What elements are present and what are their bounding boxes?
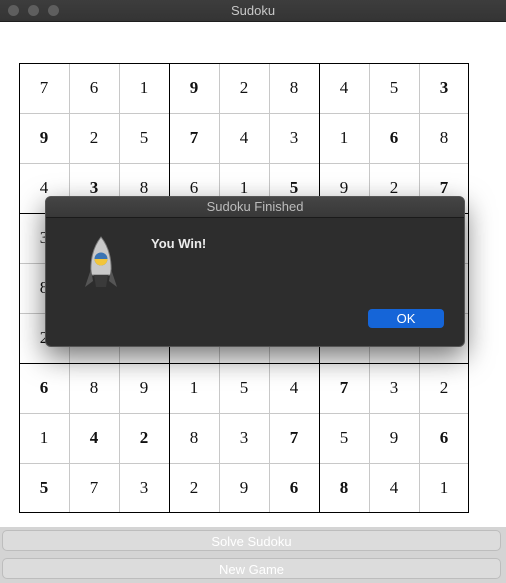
sudoku-cell[interactable]: 4 — [69, 413, 119, 463]
title-bar: Sudoku — [0, 0, 506, 22]
python-rocket-icon — [85, 236, 117, 287]
sudoku-cell[interactable]: 1 — [119, 63, 169, 113]
sudoku-cell[interactable]: 2 — [69, 113, 119, 163]
sudoku-cell[interactable]: 8 — [269, 63, 319, 113]
sudoku-cell[interactable]: 8 — [69, 363, 119, 413]
sudoku-cell[interactable]: 4 — [369, 463, 419, 513]
sudoku-cell[interactable]: 9 — [119, 363, 169, 413]
grid-line — [19, 113, 469, 114]
sudoku-cell[interactable]: 2 — [119, 413, 169, 463]
box-border-line — [19, 363, 469, 364]
sudoku-cell[interactable]: 6 — [269, 463, 319, 513]
sudoku-cell[interactable]: 8 — [169, 413, 219, 463]
box-border-line — [468, 63, 469, 513]
sudoku-cell[interactable]: 9 — [19, 113, 69, 163]
sudoku-cell[interactable]: 2 — [219, 63, 269, 113]
sudoku-cell[interactable]: 2 — [169, 463, 219, 513]
sudoku-cell[interactable]: 8 — [319, 463, 369, 513]
sudoku-cell[interactable]: 3 — [419, 63, 469, 113]
sudoku-cell[interactable]: 7 — [69, 463, 119, 513]
sudoku-cell[interactable]: 2 — [419, 363, 469, 413]
sudoku-cell[interactable]: 1 — [169, 363, 219, 413]
sudoku-cell[interactable]: 9 — [369, 413, 419, 463]
sudoku-cell[interactable]: 3 — [119, 463, 169, 513]
sudoku-cell[interactable]: 5 — [119, 113, 169, 163]
sudoku-cell[interactable]: 7 — [319, 363, 369, 413]
sudoku-cell[interactable]: 1 — [419, 463, 469, 513]
sudoku-cell[interactable]: 6 — [419, 413, 469, 463]
sudoku-cell[interactable]: 4 — [319, 63, 369, 113]
sudoku-cell[interactable]: 5 — [19, 463, 69, 513]
sudoku-cell[interactable]: 3 — [219, 413, 269, 463]
sudoku-cell[interactable]: 9 — [169, 63, 219, 113]
box-border-line — [19, 512, 469, 513]
sudoku-cell[interactable]: 6 — [369, 113, 419, 163]
sudoku-cell[interactable]: 8 — [419, 113, 469, 163]
button-bar: Solve Sudoku New Game — [0, 527, 506, 583]
sudoku-cell[interactable]: 5 — [319, 413, 369, 463]
sudoku-cell[interactable]: 7 — [19, 63, 69, 113]
sudoku-cell[interactable]: 9 — [219, 463, 269, 513]
sudoku-cell[interactable]: 1 — [319, 113, 369, 163]
new-game-button[interactable]: New Game — [2, 558, 501, 579]
sudoku-cell[interactable]: 6 — [69, 63, 119, 113]
solve-sudoku-button[interactable]: Solve Sudoku — [2, 530, 501, 551]
grid-line — [19, 163, 469, 164]
box-border-line — [19, 63, 20, 513]
sudoku-cell[interactable]: 3 — [369, 363, 419, 413]
sudoku-cell[interactable]: 1 — [19, 413, 69, 463]
grid-line — [19, 463, 469, 464]
window-title: Sudoku — [230, 3, 276, 18]
sudoku-finished-dialog: Sudoku Finished You Win! OK — [45, 196, 465, 347]
sudoku-cell[interactable]: 4 — [269, 363, 319, 413]
sudoku-cell[interactable]: 5 — [219, 363, 269, 413]
sudoku-cell[interactable]: 3 — [269, 113, 319, 163]
sudoku-cell[interactable]: 7 — [269, 413, 319, 463]
sudoku-cell[interactable]: 4 — [219, 113, 269, 163]
sudoku-cell[interactable]: 7 — [169, 113, 219, 163]
grid-line — [19, 413, 469, 414]
dialog-title: Sudoku Finished — [46, 197, 464, 218]
ok-button[interactable]: OK — [368, 309, 444, 328]
dialog-message: You Win! — [151, 236, 207, 251]
sudoku-cell[interactable]: 6 — [19, 363, 69, 413]
sudoku-cell[interactable]: 5 — [369, 63, 419, 113]
box-border-line — [19, 63, 469, 64]
